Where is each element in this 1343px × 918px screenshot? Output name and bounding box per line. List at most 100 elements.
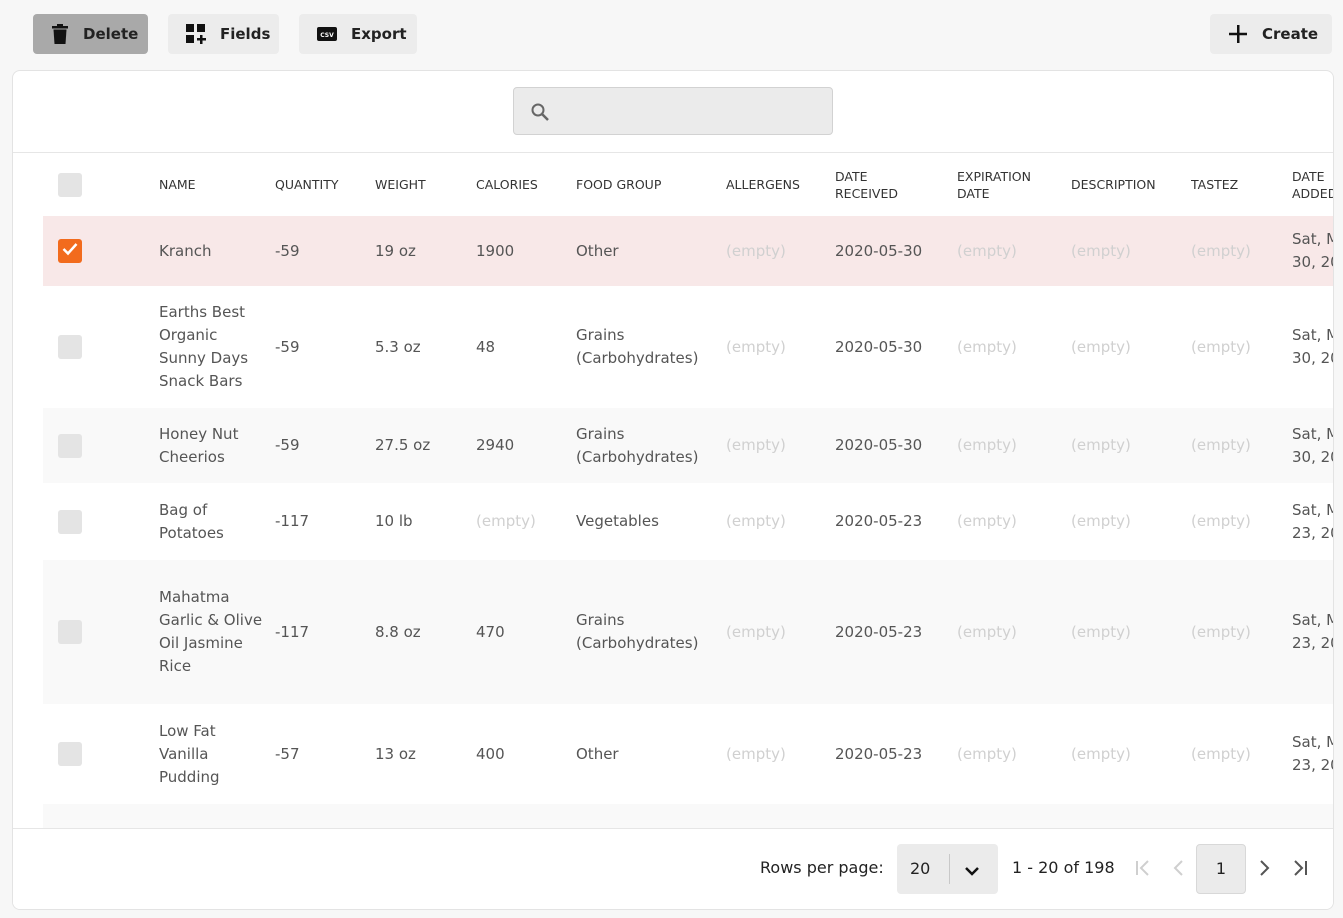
cell-tastez: (empty)	[1191, 408, 1292, 483]
select-all-checkbox[interactable]	[58, 172, 82, 197]
cell-description: (empty)	[1071, 512, 1131, 530]
chevron-down-icon[interactable]	[964, 862, 980, 881]
cell-allergens: (empty)	[726, 216, 835, 286]
trash-icon	[51, 24, 69, 44]
cell-date-received: 2020-05-23	[835, 512, 923, 530]
row-select-cell	[43, 704, 159, 804]
cell-quantity: -117	[275, 512, 310, 530]
cell-calories: 2940	[476, 408, 576, 483]
cell-quantity: -59	[275, 216, 375, 286]
cell-name: Mahatma Garlic & Olive Oil Jasmine Rice	[159, 560, 275, 704]
cell-date-added: Sat, M 23, 20	[1292, 560, 1333, 704]
first-page-icon[interactable]	[1133, 858, 1153, 882]
data-table-container[interactable]: NAME QUANTITY WEIGHT CALORIES FOOD GROUP…	[13, 152, 1333, 829]
partial-row-cell	[43, 804, 1333, 829]
next-page-icon[interactable]	[1254, 858, 1274, 882]
cell-quantity: -59	[275, 337, 300, 356]
cell-date-received: 2020-05-30	[835, 408, 957, 483]
cell-food-group: Grains (Carbohydrates)	[576, 408, 726, 483]
search-icon	[530, 102, 550, 126]
cell-date-received: 2020-05-30	[835, 337, 923, 356]
cell-date-added: Sat, M 30, 20	[1292, 326, 1333, 367]
row-checkbox[interactable]	[58, 620, 82, 644]
cell-food-group: Other	[576, 216, 726, 286]
cell-allergens: (empty)	[726, 408, 835, 483]
pagination-range: 1 - 20 of 198	[1012, 858, 1115, 877]
cell-calories: 470	[476, 560, 576, 704]
cell-expiration-date: (empty)	[957, 744, 1017, 763]
row-select-cell	[43, 483, 159, 560]
pagination-footer: Rows per page: 20 1 - 20 of 198 1	[13, 828, 1333, 909]
cell-food-group: Grains (Carbohydrates)	[576, 326, 699, 367]
cell-quantity: -117	[275, 560, 375, 704]
create-button-label: Create	[1262, 25, 1319, 43]
cell-name: Bag of Potatoes	[159, 500, 224, 542]
row-checkbox[interactable]	[58, 335, 82, 359]
column-header[interactable]: EXPIRATION DATE	[957, 153, 1071, 216]
cell-expiration-date: (empty)	[957, 512, 1017, 530]
search-box[interactable]	[513, 87, 833, 136]
column-header[interactable]: ALLERGENS	[726, 153, 835, 216]
rows-per-page-value: 20	[910, 859, 931, 878]
cell-allergens: (empty)	[726, 512, 786, 530]
row-checkbox[interactable]	[58, 742, 82, 766]
table-row[interactable]: Earths Best Organic Sunny Days Snack Bar…	[43, 286, 1333, 408]
select-all-cell	[43, 153, 159, 216]
cell-expiration-date: (empty)	[957, 560, 1071, 704]
column-header[interactable]: WEIGHT	[375, 153, 476, 216]
cell-date-added: Sat, M 23, 20	[1292, 500, 1333, 542]
cell-name: Honey Nut Cheerios	[159, 408, 275, 483]
cell-date-added: Sat, M 30, 20	[1292, 216, 1333, 286]
cell-description: (empty)	[1071, 560, 1191, 704]
previous-page-icon[interactable]	[1169, 858, 1189, 882]
row-select-cell	[43, 408, 159, 483]
export-button[interactable]: CSV Export	[299, 14, 417, 54]
row-checkbox[interactable]	[58, 239, 82, 263]
cell-tastez: (empty)	[1191, 216, 1292, 286]
cell-tastez: (empty)	[1191, 512, 1251, 530]
table-row[interactable]: Low Fat Vanilla Pudding -57 13 oz 400 Ot…	[43, 704, 1333, 804]
export-button-label: Export	[351, 25, 407, 43]
column-header[interactable]: CALORIES	[476, 153, 576, 216]
cell-quantity: -57	[275, 744, 300, 763]
csv-icon: CSV	[317, 27, 337, 41]
current-page-button[interactable]: 1	[1196, 844, 1246, 894]
column-header[interactable]: DATE ADDED	[1292, 153, 1333, 216]
check-icon	[62, 240, 78, 263]
cell-food-group: Other	[576, 744, 619, 763]
cell-allergens: (empty)	[726, 337, 786, 356]
table-row[interactable]: Bag of Potatoes -117 10 lb (empty) Veget…	[43, 483, 1333, 560]
delete-button[interactable]: Delete	[33, 14, 148, 54]
search-input[interactable]	[558, 88, 822, 136]
last-page-icon[interactable]	[1290, 858, 1310, 882]
cell-calories: 48	[476, 337, 496, 356]
column-header[interactable]: NAME	[159, 153, 275, 216]
fields-button[interactable]: Fields	[168, 14, 279, 54]
column-header[interactable]: TASTEZ	[1191, 153, 1292, 216]
rows-per-page-label: Rows per page:	[760, 858, 884, 877]
data-panel: NAME QUANTITY WEIGHT CALORIES FOOD GROUP…	[12, 70, 1334, 910]
table-row[interactable]: Mahatma Garlic & Olive Oil Jasmine Rice …	[43, 560, 1333, 704]
cell-expiration-date: (empty)	[957, 408, 1071, 483]
column-header[interactable]: QUANTITY	[275, 153, 375, 216]
row-checkbox[interactable]	[58, 433, 82, 458]
column-header[interactable]: DESCRIPTION	[1071, 153, 1191, 216]
table-row[interactable]: Kranch -59 19 oz 1900 Other (empty) 2020…	[43, 216, 1333, 286]
create-button[interactable]: Create	[1210, 14, 1332, 54]
column-header[interactable]: DATE RECEIVED	[835, 153, 957, 216]
rows-per-page-select[interactable]: 20	[897, 844, 998, 894]
cell-calories: (empty)	[476, 512, 536, 530]
cell-description: (empty)	[1071, 408, 1191, 483]
row-checkbox[interactable]	[58, 509, 82, 534]
table-row-partial[interactable]	[43, 804, 1333, 829]
cell-weight: 8.8 oz	[375, 560, 476, 704]
cell-weight: 13 oz	[375, 744, 416, 763]
fields-button-label: Fields	[220, 25, 271, 43]
cell-name: Kranch	[159, 216, 275, 286]
cell-tastez: (empty)	[1191, 744, 1251, 763]
table-row[interactable]: Honey Nut Cheerios -59 27.5 oz 2940 Grai…	[43, 408, 1333, 483]
column-header[interactable]: FOOD GROUP	[576, 153, 726, 216]
cell-weight: 19 oz	[375, 216, 476, 286]
cell-name: Earths Best Organic Sunny Days Snack Bar…	[159, 303, 249, 390]
delete-button-label: Delete	[83, 25, 139, 43]
